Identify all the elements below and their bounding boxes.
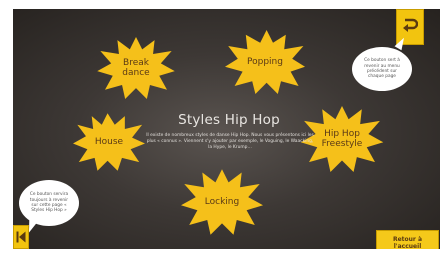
style-house-burst[interactable]: House <box>73 112 145 172</box>
skip-to-start-icon <box>16 231 26 243</box>
style-popping-label: Popping <box>247 57 283 67</box>
tooltip-back-bottom-text: Ce bouton servira toujours à revenir sur… <box>29 192 69 214</box>
style-popping-burst[interactable]: Popping <box>223 30 307 94</box>
style-breakdance-burst[interactable]: Break dance <box>97 37 175 99</box>
style-locking-burst[interactable]: Locking <box>181 169 263 235</box>
u-turn-back-arrow-icon <box>403 18 418 32</box>
page-background: Break dance Popping House Hip Hop Freest… <box>13 9 440 249</box>
page-description: Il existe de nombreux styles de danse Hi… <box>146 133 314 150</box>
back-button-bottom[interactable] <box>13 225 29 249</box>
style-house-label: House <box>94 137 124 147</box>
tooltip-back-top-text: Ce bouton sert à revenir au menu précéde… <box>364 58 400 80</box>
style-locking-label: Locking <box>204 197 240 207</box>
tooltip-back-top: Ce bouton sert à revenir au menu précéde… <box>352 47 412 91</box>
page-title: Styles Hip Hop <box>178 112 280 128</box>
tooltip-back-bottom: Ce bouton servira toujours à revenir sur… <box>19 180 79 226</box>
home-button[interactable]: Retour à l'accueil <box>376 230 439 249</box>
style-breakdance-label: Break dance <box>122 58 150 78</box>
